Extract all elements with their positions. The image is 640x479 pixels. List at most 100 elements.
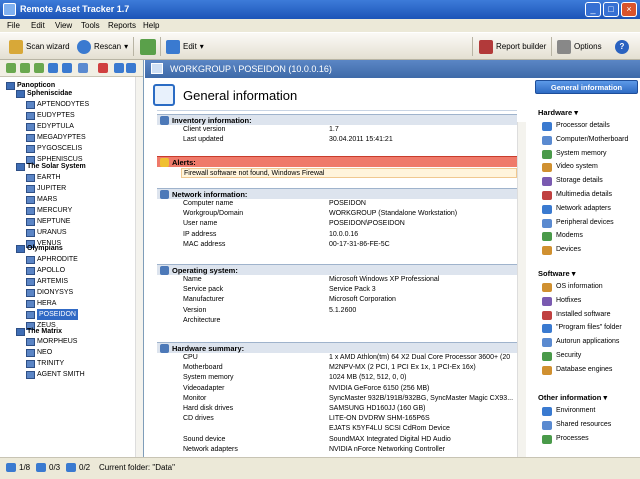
move-icon[interactable] [62, 63, 72, 73]
computer-path-bar: WORKGROUP \ POSEIDON (10.0.0.16) [145, 60, 640, 78]
menu-tools[interactable]: Tools [81, 21, 100, 30]
chevron-down-icon: ▾ [124, 42, 129, 51]
close-button[interactable]: × [621, 2, 637, 17]
minimize-button[interactable]: _ [585, 2, 601, 17]
tree-computer[interactable]: NEPTUNE [26, 216, 70, 227]
category-link[interactable]: Installed software [556, 311, 610, 318]
category-link[interactable]: Shared resources [556, 421, 611, 428]
tree-computer[interactable]: HERA [26, 298, 56, 309]
toolbar: Scan wizard Rescan ▾ Edit ▾ Report builder… [0, 33, 640, 60]
tree-item-label: EARTH [37, 174, 61, 181]
tree-computer[interactable]: MEGADYPTES [26, 132, 86, 143]
section-header[interactable]: Network information: [157, 188, 517, 199]
info-row: Architecture [157, 316, 517, 326]
tree-scrollbar[interactable] [135, 77, 143, 457]
tree-computer[interactable]: PYGOSCELIS [26, 143, 82, 154]
tree-computer[interactable]: EDYPTULA [26, 121, 74, 132]
tree-computer[interactable]: ARTEMIS [26, 276, 68, 287]
category-link[interactable]: Network adapters [556, 205, 611, 212]
collapse-icon[interactable] [20, 63, 30, 73]
category-link[interactable]: "Program files" folder [556, 324, 622, 331]
edit-button[interactable]: Edit ▾ [163, 37, 207, 56]
category-group-title[interactable]: Other information ▾ [538, 393, 607, 402]
tree-computer[interactable]: MARS [26, 194, 57, 205]
menu-bar: File Edit View Tools Reports Help [0, 19, 640, 33]
info-value: 1 x AMD Athlon(tm) 64 X2 Dual Core Proce… [329, 354, 511, 361]
section-header[interactable]: Inventory information: [157, 114, 517, 125]
help-button[interactable]: ? [612, 37, 632, 56]
add-computer-button[interactable] [137, 37, 159, 56]
tree-computer[interactable]: URANUS [26, 227, 67, 238]
category-link[interactable]: Modems [556, 232, 583, 239]
tree-computer[interactable]: TRINITY [26, 358, 64, 369]
menu-reports[interactable]: Reports [108, 21, 136, 30]
category-link[interactable]: OS information [556, 283, 603, 290]
report-icon [479, 39, 493, 54]
info-row: CPU 1 x AMD Athlon(tm) 64 X2 Dual Core Pr… [157, 353, 517, 363]
tree-computer[interactable]: APOLLO [26, 265, 65, 276]
tree-computer[interactable]: POSEIDON [26, 309, 78, 320]
computer-icon [26, 277, 35, 286]
tree-computer[interactable]: APTENODYTES [26, 99, 89, 110]
info-key: CPU [183, 354, 198, 361]
category-link[interactable]: Database engines [556, 366, 612, 373]
category-link[interactable]: Peripheral devices [556, 219, 614, 226]
tree-computer[interactable]: DIONYSYS [26, 287, 73, 298]
sort-icon[interactable] [78, 63, 88, 73]
tree-item-label: EUDYPTES [37, 112, 75, 119]
tree-computer[interactable]: AGENT SMITH [26, 369, 85, 380]
add-computer-icon[interactable] [48, 63, 58, 73]
arrow-up-icon[interactable] [114, 63, 124, 73]
tree-computer[interactable]: JUPITER [26, 183, 66, 194]
category-link[interactable]: Multimedia details [556, 191, 612, 198]
info-key: Client version [183, 126, 226, 133]
expand-icon[interactable] [6, 63, 16, 73]
tree-computer[interactable]: EUDYPTES [26, 110, 75, 121]
report-builder-button[interactable]: Report builder [476, 37, 549, 56]
tree-computer[interactable]: MERCURY [26, 205, 72, 216]
alert-message[interactable]: Firewall software not found, Windows Fir… [181, 168, 517, 178]
category-group-title[interactable]: Software ▾ [538, 269, 576, 278]
delete-icon[interactable] [98, 63, 108, 73]
tree-group[interactable]: Spheniscidae [16, 88, 72, 99]
category-link[interactable]: Storage details [556, 177, 603, 184]
category-link[interactable]: Processes [556, 435, 589, 442]
scan-wizard-button[interactable]: Scan wizard [6, 37, 73, 56]
category-link[interactable]: Autorun applications [556, 338, 619, 345]
info-row: Network adapters NVIDIA nForce Networking… [157, 445, 517, 455]
menu-file[interactable]: File [7, 21, 20, 30]
tree-item-label: DIONYSYS [37, 289, 74, 296]
menu-view[interactable]: View [55, 21, 72, 30]
category-link[interactable]: System memory [556, 150, 607, 157]
options-button[interactable]: Options [554, 37, 605, 56]
category-group-title[interactable]: Hardware ▾ [538, 108, 578, 117]
info-key: CD drives [183, 415, 214, 423]
info-key: Sound device [183, 435, 226, 443]
section-header[interactable]: Operating system: [157, 264, 517, 275]
category-link[interactable]: Processor details [556, 122, 610, 129]
category-link[interactable]: Video system [556, 163, 598, 170]
arrow-down-icon[interactable] [126, 63, 136, 73]
maximize-button[interactable]: □ [603, 2, 619, 17]
category-link[interactable]: Environment [556, 407, 595, 414]
tree-computer[interactable]: APHRODITE [26, 254, 78, 265]
category-link[interactable]: Devices [556, 246, 581, 253]
computer-icon [26, 122, 35, 131]
category-link[interactable]: Hotfixes [556, 297, 581, 304]
general-information-button[interactable]: General information [535, 80, 638, 94]
menu-edit[interactable]: Edit [31, 21, 45, 30]
category-link[interactable]: Security [556, 352, 581, 359]
tree-computer[interactable]: EARTH [26, 172, 61, 183]
menu-help[interactable]: Help [143, 21, 159, 30]
tree-computer[interactable]: NEO [26, 347, 52, 358]
info-key: Workgroup/Domain [183, 210, 244, 218]
section-header[interactable]: Alerts: [157, 156, 517, 167]
tree-group[interactable]: Olympians [16, 243, 63, 254]
content-scrollbar[interactable] [517, 122, 526, 457]
tree-computer[interactable]: MORPHEUS [26, 336, 77, 347]
category-link[interactable]: Computer/Motherboard [556, 136, 628, 143]
rescan-button[interactable]: Rescan ▾ [74, 37, 131, 56]
add-group-icon[interactable] [34, 63, 44, 73]
tree-group[interactable]: The Solar System [16, 161, 86, 172]
section-header[interactable]: Hardware summary: [157, 342, 517, 353]
